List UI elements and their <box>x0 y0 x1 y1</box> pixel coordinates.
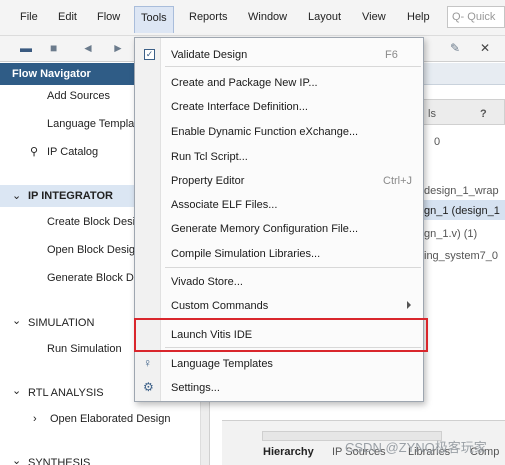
menu-item-create-interface[interactable]: Create Interface Definition... <box>171 101 308 113</box>
menu-item-language-templates[interactable]: Language Templates <box>171 358 273 370</box>
tree-row[interactable]: gn_1.v) (1) <box>424 228 477 240</box>
menu-item-settings[interactable]: Settings... <box>171 382 220 394</box>
tree-row-selected[interactable]: gn_1 (design_1 <box>424 205 500 217</box>
nav-open-elaborated-design[interactable]: Open Elaborated Design <box>50 413 170 425</box>
tab-hierarchy[interactable]: Hierarchy <box>263 446 314 458</box>
menu-item-run-tcl[interactable]: Run Tcl Script... <box>171 151 248 163</box>
property-editor-shortcut: Ctrl+J <box>383 175 413 187</box>
nav-generate-block-design[interactable]: Generate Block D <box>47 272 134 284</box>
chevron-right-icon[interactable]: › <box>33 413 37 425</box>
tree-row[interactable]: design_1_wrap <box>424 185 499 197</box>
save-icon[interactable]: ■ <box>50 41 57 55</box>
nav-language-templates[interactable]: Language Templa <box>47 118 134 130</box>
chevron-down-icon[interactable]: ⌄ <box>12 384 21 397</box>
undo-icon[interactable]: ◄ <box>82 41 94 55</box>
help-icon[interactable]: ? <box>480 108 487 120</box>
menu-item-property-editor[interactable]: Property Editor <box>171 175 244 187</box>
nav-section-ip-integrator[interactable]: IP INTEGRATOR <box>28 190 113 202</box>
menu-view[interactable]: View <box>362 11 386 23</box>
menu-reports[interactable]: Reports <box>189 11 228 23</box>
nav-ip-catalog[interactable]: IP Catalog <box>47 146 98 158</box>
menu-file[interactable]: File <box>20 11 38 23</box>
chevron-down-icon[interactable]: ⌄ <box>12 189 21 202</box>
count-value: 0 <box>434 136 441 148</box>
redo-icon[interactable]: ► <box>112 41 124 55</box>
nav-run-simulation[interactable]: Run Simulation <box>47 343 122 355</box>
submenu-arrow-icon <box>407 301 411 309</box>
menu-item-create-package-ip[interactable]: Create and Package New IP... <box>171 77 318 89</box>
menu-item-memory-config[interactable]: Generate Memory Configuration File... <box>171 223 358 235</box>
menu-bar: File Edit Flow Tools Reports Window Layo… <box>0 0 505 36</box>
tree-row[interactable]: ing_system7_0 <box>424 250 498 262</box>
menu-tools[interactable]: Tools <box>134 6 174 33</box>
nav-section-synthesis[interactable]: SYNTHESIS <box>28 457 90 465</box>
menu-item-dfx[interactable]: Enable Dynamic Function eXchange... <box>171 126 358 138</box>
nav-create-block-design[interactable]: Create Block Desi <box>47 216 135 228</box>
chevron-down-icon[interactable]: ⌄ <box>12 314 21 327</box>
ip-catalog-icon: ⚲ <box>30 146 39 158</box>
menu-item-associate-elf[interactable]: Associate ELF Files... <box>171 199 277 211</box>
nav-add-sources[interactable]: Add Sources <box>47 90 110 102</box>
menu-flow[interactable]: Flow <box>97 11 120 23</box>
launch-vitis-highlight-box <box>134 318 428 352</box>
nav-section-rtl-analysis[interactable]: RTL ANALYSIS <box>28 387 104 399</box>
menu-item-validate-design[interactable]: Validate Design <box>171 49 247 61</box>
menu-window[interactable]: Window <box>248 11 287 23</box>
sources-panel-tab[interactable] <box>410 99 505 125</box>
gear-icon: ⚙ <box>143 380 154 394</box>
open-project-icon[interactable]: ▬ <box>20 41 32 55</box>
menu-edit[interactable]: Edit <box>58 11 77 23</box>
nav-section-simulation[interactable]: SIMULATION <box>28 317 94 329</box>
menu-item-vivado-store[interactable]: Vivado Store... <box>171 276 243 288</box>
validate-check-icon: ✓ <box>144 49 155 60</box>
menu-separator <box>165 66 421 67</box>
chevron-down-icon[interactable]: ⌄ <box>12 454 21 465</box>
validate-shortcut: F6 <box>385 49 398 61</box>
panel-tab-label: ls <box>428 108 436 120</box>
menu-item-custom-commands[interactable]: Custom Commands <box>171 300 268 312</box>
menu-separator <box>165 267 421 268</box>
close-tool-icon[interactable]: ✕ <box>480 41 490 55</box>
menu-layout[interactable]: Layout <box>308 11 341 23</box>
quick-access-search[interactable]: Q- Quick <box>447 6 505 28</box>
menu-help[interactable]: Help <box>407 11 430 23</box>
edit-tool-icon[interactable]: ✎ <box>450 41 460 55</box>
nav-open-block-design[interactable]: Open Block Desig <box>47 244 135 256</box>
lightbulb-icon: ♀ <box>143 356 152 370</box>
menu-item-compile-sim-libs[interactable]: Compile Simulation Libraries... <box>171 248 320 260</box>
watermark-text: CSDN @ZYNQ极客玩家 <box>345 440 487 455</box>
